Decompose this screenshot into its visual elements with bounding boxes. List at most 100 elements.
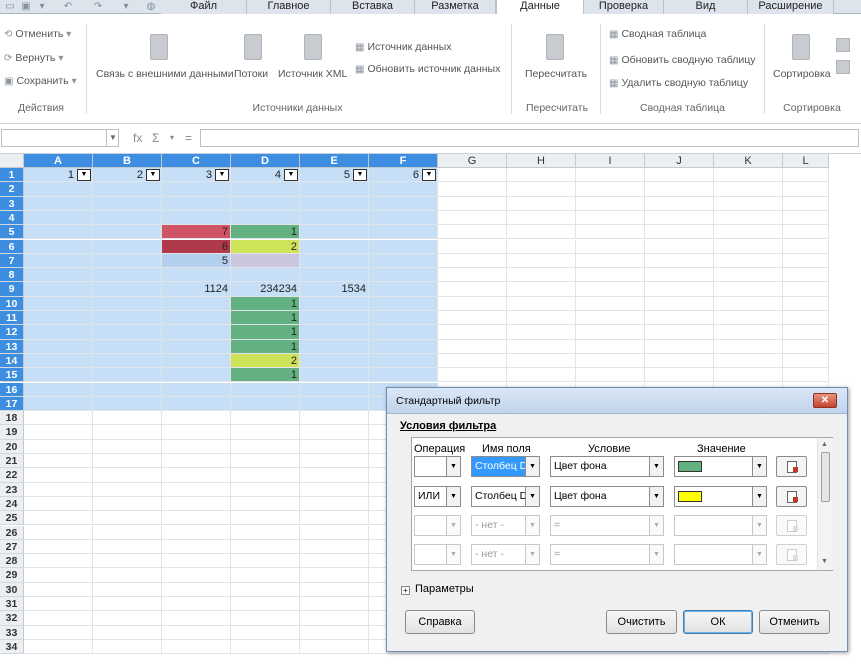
cell[interactable] <box>93 253 162 269</box>
cell[interactable] <box>93 182 162 197</box>
formula-equals-icon[interactable]: = <box>185 131 192 145</box>
cell[interactable] <box>369 339 438 354</box>
cell[interactable] <box>438 225 507 240</box>
row-header-17[interactable]: 17 <box>0 396 24 412</box>
cell[interactable] <box>231 468 300 483</box>
cell[interactable] <box>369 325 438 340</box>
cell[interactable] <box>24 382 93 397</box>
ok-button[interactable]: ОК <box>683 610 753 634</box>
cell[interactable] <box>300 239 369 254</box>
cell[interactable] <box>714 296 783 311</box>
row-header-29[interactable]: 29 <box>0 568 24 583</box>
cell[interactable] <box>162 511 231 526</box>
condition-dropdown-icon[interactable]: ▼ <box>649 515 664 536</box>
remove-condition-button[interactable] <box>776 544 807 565</box>
cell[interactable] <box>507 168 576 183</box>
cell[interactable] <box>576 182 645 197</box>
delete-pivot-button[interactable]: ▦ Удалить сводную таблицу <box>609 77 748 89</box>
cell[interactable] <box>438 253 507 269</box>
cell[interactable] <box>231 182 300 197</box>
cell[interactable] <box>93 325 162 340</box>
cell[interactable] <box>645 196 714 211</box>
cell[interactable] <box>714 325 783 340</box>
row-header-3[interactable]: 3 <box>0 196 24 211</box>
row-header-11[interactable]: 11 <box>0 311 24 326</box>
cell[interactable] <box>231 396 300 412</box>
cell[interactable] <box>645 368 714 383</box>
cell[interactable] <box>231 482 300 497</box>
cell[interactable] <box>93 411 162 426</box>
cell[interactable] <box>438 282 507 297</box>
name-box-dropdown-icon[interactable]: ▼ <box>106 129 119 147</box>
redo-button[interactable]: ⟳ Вернуть ▾ <box>4 52 66 64</box>
cell[interactable] <box>231 525 300 540</box>
cell[interactable]: 5 <box>162 253 231 269</box>
cell[interactable]: 1 <box>231 311 300 326</box>
cell[interactable] <box>300 539 369 555</box>
field-name-select[interactable]: - нет - <box>471 515 526 536</box>
cell[interactable] <box>93 597 162 612</box>
tab-layout[interactable]: Разметка <box>415 0 496 14</box>
quick-more-icon[interactable]: ▾ <box>120 1 132 12</box>
cell[interactable] <box>93 568 162 583</box>
column-header-k[interactable]: K <box>714 154 783 168</box>
cell[interactable] <box>714 182 783 197</box>
cell[interactable] <box>162 325 231 340</box>
value-select[interactable] <box>674 515 753 536</box>
row-header-23[interactable]: 23 <box>0 482 24 497</box>
cell[interactable] <box>93 625 162 640</box>
close-icon[interactable]: ✕ <box>813 393 837 408</box>
cell[interactable] <box>783 168 829 183</box>
cell[interactable] <box>576 282 645 297</box>
cell[interactable] <box>300 268 369 283</box>
cell[interactable] <box>24 525 93 540</box>
cell[interactable] <box>162 468 231 483</box>
cell[interactable] <box>369 282 438 297</box>
cell[interactable] <box>783 325 829 340</box>
cell[interactable] <box>783 182 829 197</box>
cell[interactable]: 2 <box>231 239 300 254</box>
row-header-7[interactable]: 7 <box>0 253 24 269</box>
cell[interactable] <box>231 253 300 269</box>
cell[interactable] <box>24 353 93 369</box>
cell[interactable] <box>162 597 231 612</box>
cell[interactable] <box>93 311 162 326</box>
undo-button[interactable]: ⟲ Отменить ▾ <box>4 28 74 40</box>
cell[interactable] <box>162 368 231 383</box>
cell[interactable] <box>576 368 645 383</box>
column-header-l[interactable]: L <box>783 154 829 168</box>
name-box[interactable] <box>1 129 119 147</box>
cell[interactable] <box>714 339 783 354</box>
function-wizard-icon[interactable]: fx <box>133 131 142 145</box>
column-header-a[interactable]: A <box>24 154 93 168</box>
cancel-button[interactable]: Отменить <box>759 610 830 634</box>
help-button[interactable]: Справка <box>405 610 475 634</box>
cell[interactable] <box>93 282 162 297</box>
column-header-d[interactable]: D <box>231 154 300 168</box>
cell[interactable] <box>93 439 162 454</box>
cell[interactable] <box>162 625 231 640</box>
cell[interactable] <box>300 253 369 269</box>
cell[interactable] <box>645 168 714 183</box>
field-name-select[interactable]: - нет - <box>471 544 526 565</box>
cell[interactable] <box>162 554 231 569</box>
cell[interactable] <box>645 325 714 340</box>
condition-dropdown-icon[interactable]: ▼ <box>649 486 664 507</box>
cell[interactable] <box>231 268 300 283</box>
operation-select[interactable] <box>414 515 447 536</box>
cell[interactable] <box>714 168 783 183</box>
cell[interactable] <box>24 268 93 283</box>
cell[interactable] <box>300 639 369 655</box>
quick-dropdown-icon[interactable]: ▾ <box>36 1 48 12</box>
cell[interactable] <box>162 396 231 412</box>
cell[interactable] <box>783 268 829 283</box>
sort-descending-icon[interactable] <box>836 60 850 74</box>
cell[interactable] <box>93 396 162 412</box>
row-header-18[interactable]: 18 <box>0 411 24 426</box>
cell[interactable]: 234234 <box>231 282 300 297</box>
operation-dropdown-icon[interactable]: ▼ <box>446 456 461 477</box>
value-dropdown-icon[interactable]: ▼ <box>752 544 767 565</box>
cell[interactable] <box>300 597 369 612</box>
cell[interactable] <box>93 239 162 254</box>
condition-dropdown-icon[interactable]: ▼ <box>649 456 664 477</box>
